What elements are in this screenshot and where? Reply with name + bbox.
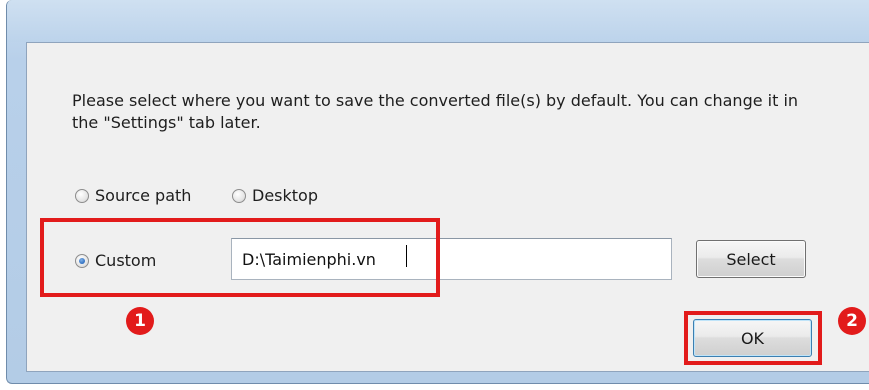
annotation-marker-1: 1 xyxy=(126,307,154,335)
custom-radio-circle[interactable] xyxy=(75,253,89,268)
desktop-radio-circle[interactable] xyxy=(232,188,246,203)
ok-button[interactable]: OK xyxy=(693,319,812,357)
select-button[interactable]: Select xyxy=(696,240,806,278)
desktop-label: Desktop xyxy=(252,186,318,205)
title-bar[interactable] xyxy=(7,0,869,42)
instruction-text: Please select where you want to save the… xyxy=(72,91,799,132)
source-path-label: Source path xyxy=(95,186,192,205)
custom-label: Custom xyxy=(95,251,157,270)
source-path-radio[interactable]: Source path xyxy=(75,186,191,205)
source-path-radio-circle[interactable] xyxy=(75,188,89,203)
annotation-marker-2: 2 xyxy=(838,307,866,335)
custom-radio[interactable]: Custom xyxy=(75,251,156,270)
custom-path-input[interactable] xyxy=(231,238,672,280)
text-caret xyxy=(406,245,407,267)
desktop-radio[interactable]: Desktop xyxy=(232,186,318,205)
